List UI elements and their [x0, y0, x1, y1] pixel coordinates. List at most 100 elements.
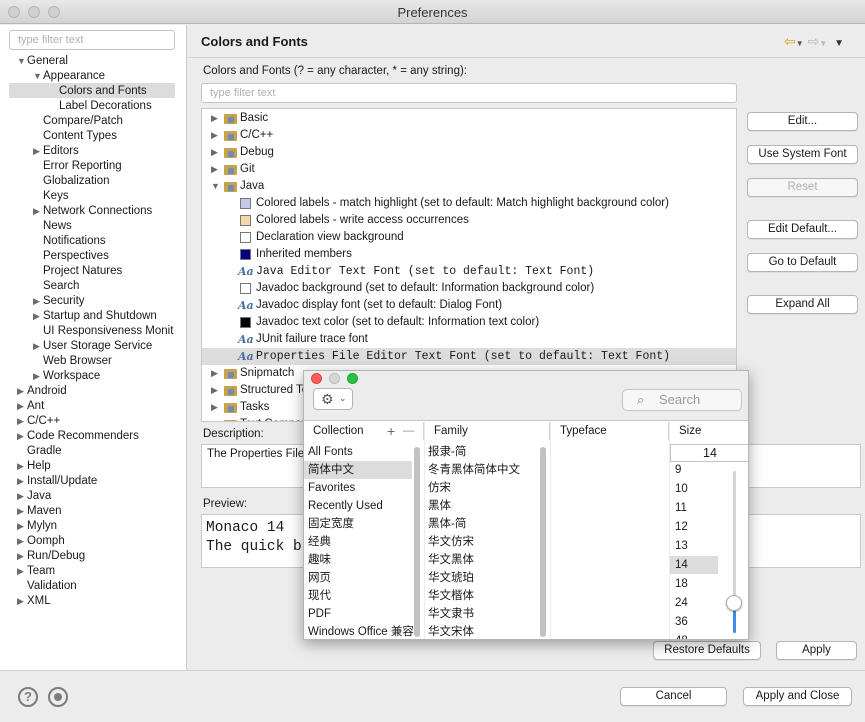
tree-item[interactable]: Web Browser — [43, 354, 112, 369]
collection-item[interactable]: 趣味 — [304, 551, 412, 569]
collection-item[interactable]: All Fonts — [304, 443, 412, 461]
tree-item[interactable]: ▶ Code Recommenders — [17, 429, 139, 444]
tree-category[interactable]: ▶ C/C++ — [202, 127, 736, 144]
family-item[interactable]: 黑体-简 — [425, 515, 537, 533]
apply-and-close-button[interactable]: Apply and Close — [743, 687, 852, 706]
collapsed-arrow-icon[interactable]: ▶ — [17, 549, 24, 564]
collapsed-arrow-icon[interactable]: ▶ — [17, 534, 24, 549]
collection-item[interactable]: 简体中文 — [304, 461, 412, 479]
forward-arrow-icon[interactable]: ⇨ — [808, 33, 820, 49]
font-search-input[interactable]: ⌕ Search — [622, 389, 742, 411]
family-item[interactable]: 冬青黑体简体中文 — [425, 461, 537, 479]
tree-entry[interactable]: Aa JUnit failure trace font — [202, 331, 736, 348]
collapsed-arrow-icon[interactable]: ▶ — [17, 564, 24, 579]
family-item[interactable]: 华文宋体 — [425, 623, 537, 639]
tree-item[interactable]: Error Reporting — [43, 159, 122, 174]
collection-item[interactable]: 网页 — [304, 569, 412, 587]
tree-category[interactable]: ▶ Git — [202, 161, 736, 178]
collection-item[interactable]: 经典 — [304, 533, 412, 551]
tree-item[interactable]: Validation — [27, 579, 77, 594]
add-collection-button[interactable]: + — [387, 422, 395, 440]
expanded-arrow-icon[interactable]: ▼ — [33, 69, 42, 84]
forward-menu-chevron-icon[interactable]: ▼ — [819, 39, 827, 48]
family-item[interactable]: 黑体 — [425, 497, 537, 515]
collapsed-arrow-icon[interactable]: ▶ — [211, 416, 218, 421]
tree-item[interactable]: Compare/Patch — [43, 114, 123, 129]
collection-item[interactable]: 固定宽度 — [304, 515, 412, 533]
collapsed-arrow-icon[interactable]: ▶ — [211, 144, 218, 161]
collapsed-arrow-icon[interactable]: ▶ — [33, 204, 40, 219]
font-size-input[interactable]: 14 — [670, 444, 748, 462]
tree-entry[interactable]: Aa Javadoc display font (set to default: … — [202, 297, 736, 314]
collapsed-arrow-icon[interactable]: ▶ — [211, 161, 218, 178]
go-to-default-button[interactable]: Go to Default — [747, 253, 858, 272]
tree-item[interactable]: Globalization — [43, 174, 109, 189]
tree-entry[interactable]: Aa Properties File Editor Text Font (set … — [202, 348, 736, 365]
collapsed-arrow-icon[interactable]: ▶ — [17, 384, 24, 399]
tree-item[interactable]: ▼ General — [17, 54, 68, 69]
font-panel-minimize-button[interactable] — [329, 373, 340, 384]
tree-entry[interactable]: Inherited members — [202, 246, 736, 263]
tree-category[interactable]: ▶ Debug — [202, 144, 736, 161]
collapsed-arrow-icon[interactable]: ▶ — [17, 459, 24, 474]
tree-entry[interactable]: Aa Java Editor Text Font (set to default:… — [202, 263, 736, 280]
collapsed-arrow-icon[interactable]: ▶ — [33, 309, 40, 324]
size-item[interactable]: 48 — [670, 632, 718, 639]
collection-item[interactable]: Recently Used — [304, 497, 412, 515]
tree-item[interactable]: Perspectives — [43, 249, 109, 264]
collapsed-arrow-icon[interactable]: ▶ — [33, 369, 40, 384]
edit-default-button[interactable]: Edit Default... — [747, 220, 858, 239]
font-panel-zoom-button[interactable] — [347, 373, 358, 384]
tree-item[interactable]: News — [43, 219, 72, 234]
family-item[interactable]: 华文琥珀 — [425, 569, 537, 587]
collapsed-arrow-icon[interactable]: ▶ — [33, 144, 40, 159]
tree-item[interactable]: ▶ Editors — [33, 144, 79, 159]
size-item[interactable]: 11 — [670, 499, 718, 517]
collection-item[interactable]: Windows Office 兼容 — [304, 623, 414, 639]
expanded-arrow-icon[interactable]: ▼ — [211, 178, 220, 195]
family-item[interactable]: 华文隶书 — [425, 605, 537, 623]
tree-entry[interactable]: Javadoc text color (set to default: Info… — [202, 314, 736, 331]
family-scrollbar[interactable] — [540, 447, 546, 637]
tree-item[interactable]: Search — [43, 279, 79, 294]
use-system-font-button[interactable]: Use System Font — [747, 145, 858, 164]
tree-entry[interactable]: Declaration view background — [202, 229, 736, 246]
tree-item[interactable]: ▶ XML — [17, 594, 51, 609]
family-item[interactable]: 华文楷体 — [425, 587, 537, 605]
tree-item[interactable]: ▶ Network Connections — [33, 204, 152, 219]
collection-item[interactable]: PDF — [304, 605, 412, 623]
tree-item[interactable]: ▶ Maven — [17, 504, 62, 519]
tree-item[interactable]: ▶ Java — [17, 489, 51, 504]
collapsed-arrow-icon[interactable]: ▶ — [211, 127, 218, 144]
size-item[interactable]: 9 — [670, 461, 718, 479]
size-item[interactable]: 24 — [670, 594, 718, 612]
tree-item[interactable]: ▶ Help — [17, 459, 51, 474]
size-item[interactable]: 18 — [670, 575, 718, 593]
import-export-icon[interactable] — [48, 687, 68, 707]
tree-entry[interactable]: Colored labels - write access occurrence… — [202, 212, 736, 229]
size-slider-thumb[interactable] — [726, 595, 742, 611]
tree-item[interactable]: Keys — [43, 189, 69, 204]
tree-item[interactable]: Colors and Fonts — [59, 84, 147, 99]
tree-item[interactable]: ▶ Security — [33, 294, 85, 309]
tree-item[interactable]: Notifications — [43, 234, 106, 249]
edit-button[interactable]: Edit... — [747, 112, 858, 131]
tree-item[interactable]: ▶ Mylyn — [17, 519, 57, 534]
size-item[interactable]: 10 — [670, 480, 718, 498]
back-menu-chevron-icon[interactable]: ▼ — [796, 39, 804, 48]
colors-fonts-filter-input[interactable]: type filter text — [201, 83, 737, 103]
collapsed-arrow-icon[interactable]: ▶ — [17, 504, 24, 519]
tree-item[interactable]: ▶ Install/Update — [17, 474, 97, 489]
collapsed-arrow-icon[interactable]: ▶ — [211, 382, 218, 399]
size-item[interactable]: 13 — [670, 537, 718, 555]
tree-category[interactable]: ▼ Java — [202, 178, 736, 195]
size-item[interactable]: 12 — [670, 518, 718, 536]
help-icon[interactable]: ? — [18, 687, 38, 707]
tree-item[interactable]: ▶ C/C++ — [17, 414, 60, 429]
tree-item[interactable]: UI Responsiveness Monit — [43, 324, 173, 339]
tree-entry[interactable]: Colored labels - match highlight (set to… — [202, 195, 736, 212]
collapsed-arrow-icon[interactable]: ▶ — [33, 294, 40, 309]
tree-item[interactable]: Gradle — [27, 444, 62, 459]
collapsed-arrow-icon[interactable]: ▶ — [17, 519, 24, 534]
tree-item[interactable]: ▶ Android — [17, 384, 67, 399]
